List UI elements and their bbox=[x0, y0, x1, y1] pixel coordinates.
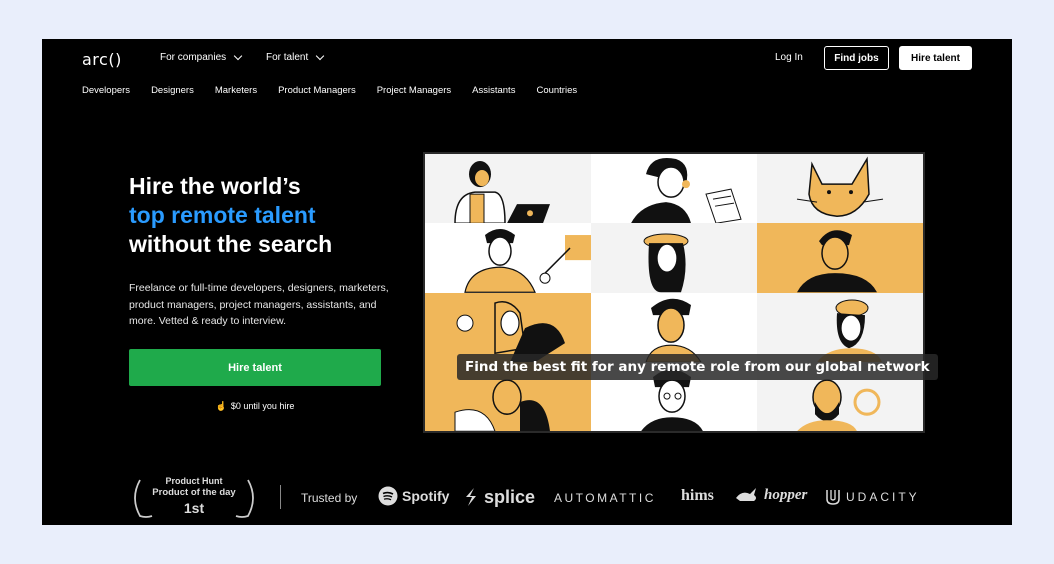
find-jobs-button[interactable]: Find jobs bbox=[824, 46, 889, 70]
pointing-hand-icon: ☝ bbox=[215, 401, 227, 411]
illustration-cell bbox=[757, 154, 923, 224]
udacity-logo: UDACITY bbox=[824, 488, 920, 506]
spotify-logo: Spotify bbox=[378, 486, 449, 506]
splice-text: splice bbox=[484, 486, 536, 507]
pricing-note-text: $0 until you hire bbox=[230, 401, 295, 411]
udacity-text: UDACITY bbox=[846, 490, 920, 504]
hero-description: Freelance or full-time developers, desig… bbox=[129, 282, 389, 327]
hims-logo: hims bbox=[681, 487, 714, 505]
subnav-countries[interactable]: Countries bbox=[536, 85, 577, 96]
spotify-icon bbox=[378, 486, 398, 506]
subnav-marketers[interactable]: Marketers bbox=[215, 85, 257, 96]
product-hunt-award: Product Hunt Product of the day 1st bbox=[128, 476, 260, 520]
illustration-cell bbox=[425, 292, 591, 362]
footer-divider bbox=[280, 485, 281, 509]
chevron-down-icon bbox=[233, 51, 243, 61]
subnav-developers[interactable]: Developers bbox=[82, 85, 130, 96]
subnav: Developers Designers Marketers Product M… bbox=[82, 85, 577, 96]
illustration-cell bbox=[757, 223, 923, 293]
hire-talent-cta-button[interactable]: Hire talent bbox=[129, 349, 381, 386]
menu-for-companies[interactable]: For companies bbox=[160, 51, 243, 63]
menu-for-talent[interactable]: For talent bbox=[266, 51, 325, 63]
arc-logo[interactable]: arc() bbox=[82, 50, 122, 69]
pricing-note: ☝ $0 until you hire bbox=[129, 401, 381, 412]
illustration-cell bbox=[591, 223, 757, 293]
illustration-caption: Find the best fit for any remote role fr… bbox=[457, 354, 938, 380]
illustration-cell bbox=[591, 292, 757, 362]
subnav-product-managers[interactable]: Product Managers bbox=[278, 85, 356, 96]
menu-for-talent-label: For talent bbox=[266, 52, 309, 63]
hopper-logo: hopper bbox=[734, 486, 807, 504]
chevron-down-icon bbox=[316, 51, 325, 61]
splice-icon bbox=[466, 488, 476, 506]
splice-logo: splice bbox=[462, 486, 535, 508]
page: arc() For companies For talent Log In Fi… bbox=[42, 39, 1012, 525]
illustration-cell bbox=[425, 223, 591, 293]
automattic-text: AUTOMATTIC bbox=[554, 491, 656, 505]
trusted-by-label: Trusted by bbox=[301, 491, 358, 505]
udacity-icon bbox=[826, 490, 840, 505]
spotify-text: Spotify bbox=[402, 488, 450, 504]
login-link[interactable]: Log In bbox=[775, 52, 803, 63]
award-line-2: Product of the day bbox=[152, 487, 236, 498]
hire-talent-header-button[interactable]: Hire talent bbox=[899, 46, 972, 70]
hims-text: hims bbox=[681, 487, 714, 504]
subnav-project-managers[interactable]: Project Managers bbox=[377, 85, 451, 96]
hero-line-3: without the search bbox=[129, 231, 333, 257]
hero-headline: Hire the world’s top remote talent witho… bbox=[129, 172, 332, 259]
award-line-3: 1st bbox=[183, 500, 205, 516]
talent-illustration: Find the best fit for any remote role fr… bbox=[423, 152, 938, 433]
bunny-icon bbox=[736, 488, 756, 501]
subnav-assistants[interactable]: Assistants bbox=[472, 85, 515, 96]
hopper-text: hopper bbox=[764, 486, 808, 503]
illustration-cell bbox=[591, 154, 757, 224]
subnav-designers[interactable]: Designers bbox=[151, 85, 194, 96]
menu-for-companies-label: For companies bbox=[160, 52, 227, 63]
hero-line-2: top remote talent bbox=[129, 202, 316, 228]
illustration-cell bbox=[757, 292, 923, 362]
award-line-1: Product Hunt bbox=[165, 476, 223, 486]
automattic-logo: AUTOMATTIC bbox=[554, 491, 656, 505]
hero-line-1: Hire the world’s bbox=[129, 173, 301, 199]
illustration-cell bbox=[425, 154, 591, 224]
